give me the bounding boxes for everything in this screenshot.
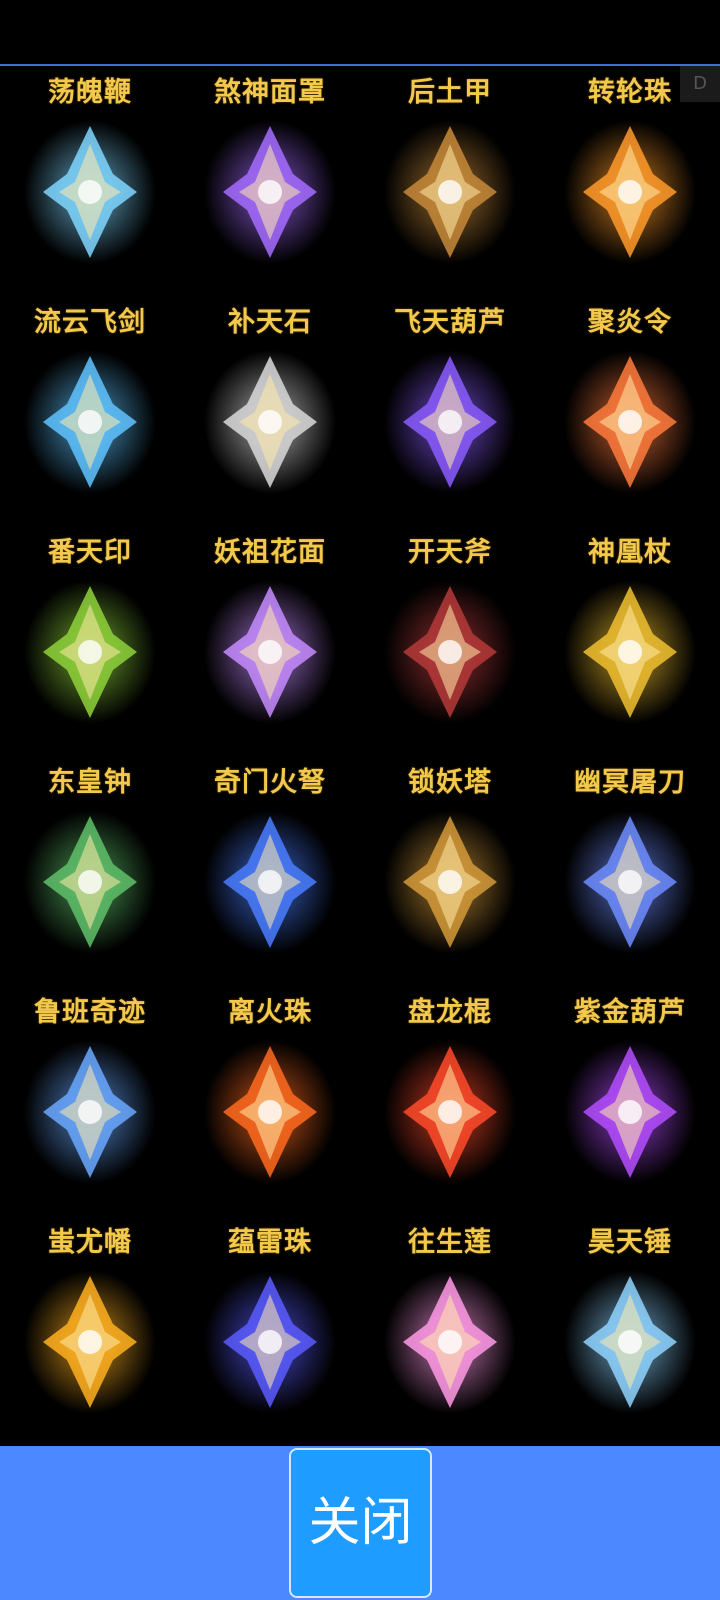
item-cell[interactable]: 昊天锤: [540, 1216, 720, 1446]
item-cell[interactable]: 紫金葫芦: [540, 986, 720, 1216]
item-name: 开天斧: [408, 537, 492, 568]
phoenix-staff-icon: [555, 564, 705, 734]
item-name: 蕴雷珠: [228, 1227, 312, 1258]
item-name: 补天石: [228, 307, 312, 338]
item-name: 转轮珠: [588, 77, 672, 108]
item-name: 鲁班奇迹: [34, 997, 146, 1028]
flame-token-icon: [555, 334, 705, 504]
item-cell[interactable]: 开天斧: [360, 526, 540, 756]
item-name: 紫金葫芦: [574, 997, 686, 1028]
item-cell[interactable]: 蚩尤幡: [0, 1216, 180, 1446]
item-cell[interactable]: 番天印: [0, 526, 180, 756]
item-name: 幽冥屠刀: [574, 767, 686, 798]
item-name: 聚炎令: [588, 307, 672, 338]
item-name: 妖祖花面: [214, 537, 326, 568]
item-cell[interactable]: 锁妖塔: [360, 756, 540, 986]
purple-gold-gourd-icon: [555, 1024, 705, 1194]
violet-gourd-icon: [375, 334, 525, 504]
item-name: 飞天葫芦: [394, 307, 506, 338]
item-cell[interactable]: 往生莲: [360, 1216, 540, 1446]
pagoda-icon: [375, 794, 525, 964]
item-cell[interactable]: 荡魄鞭: [0, 66, 180, 296]
item-name: 煞神面罩: [214, 77, 326, 108]
blue-flame-relic-icon: [15, 1024, 165, 1194]
item-cell[interactable]: 离火珠: [180, 986, 360, 1216]
item-name: 东皇钟: [48, 767, 132, 798]
golden-banner-icon: [15, 1254, 165, 1424]
item-cell[interactable]: 妖祖花面: [180, 526, 360, 756]
purple-mask-icon: [195, 104, 345, 274]
item-cell[interactable]: 幽冥屠刀: [540, 756, 720, 986]
item-name: 神凰杖: [588, 537, 672, 568]
item-name: 流云飞剑: [34, 307, 146, 338]
item-cell[interactable]: 鲁班奇迹: [0, 986, 180, 1216]
item-name: 蚩尤幡: [48, 1227, 132, 1258]
item-name: 往生莲: [408, 1227, 492, 1258]
item-name: 锁妖塔: [408, 767, 492, 798]
item-cell[interactable]: 流云飞剑: [0, 296, 180, 526]
thunder-orb-icon: [195, 1254, 345, 1424]
item-name: 盘龙棍: [408, 997, 492, 1028]
jade-seal-icon: [15, 564, 165, 734]
jade-bell-icon: [15, 794, 165, 964]
bronze-armor-icon: [375, 104, 525, 274]
item-cell[interactable]: 盘龙棍: [360, 986, 540, 1216]
flower-mask-icon: [195, 564, 345, 734]
item-cell[interactable]: 聚炎令: [540, 296, 720, 526]
item-cell[interactable]: 飞天葫芦: [360, 296, 540, 526]
item-cell[interactable]: 后土甲: [360, 66, 540, 296]
ghost-blade-icon: [555, 794, 705, 964]
item-name: 奇门火弩: [214, 767, 326, 798]
item-cell[interactable]: 补天石: [180, 296, 360, 526]
item-name: 荡魄鞭: [48, 77, 132, 108]
close-button[interactable]: 关闭: [289, 1448, 432, 1598]
item-name: 昊天锤: [588, 1227, 672, 1258]
blue-whip-icon: [15, 104, 165, 274]
fire-pearl-icon: [195, 1024, 345, 1194]
dragon-staff-icon: [375, 1024, 525, 1194]
lotus-icon: [375, 1254, 525, 1424]
fire-crossbow-icon: [195, 794, 345, 964]
cloud-sword-icon: [15, 334, 165, 504]
item-cell[interactable]: 东皇钟: [0, 756, 180, 986]
top-bar: [0, 0, 720, 64]
item-cell[interactable]: 煞神面罩: [180, 66, 360, 296]
item-name: 后土甲: [408, 77, 492, 108]
fire-wheel-icon: [555, 104, 705, 274]
item-cell[interactable]: 奇门火弩: [180, 756, 360, 986]
dark-axe-icon: [375, 564, 525, 734]
silver-orb-icon: [195, 334, 345, 504]
item-cell[interactable]: 转轮珠: [540, 66, 720, 296]
item-cell[interactable]: 蕴雷珠: [180, 1216, 360, 1446]
item-name: 番天印: [48, 537, 132, 568]
item-cell[interactable]: 神凰杖: [540, 526, 720, 756]
item-name: 离火珠: [228, 997, 312, 1028]
sky-hammer-icon: [555, 1254, 705, 1424]
item-grid: 荡魄鞭 煞神面罩 后土甲 转轮珠流云飞剑 补天石 飞天葫芦 聚炎令番天印 妖祖花面 开天斧 神凰杖…: [0, 66, 720, 1446]
